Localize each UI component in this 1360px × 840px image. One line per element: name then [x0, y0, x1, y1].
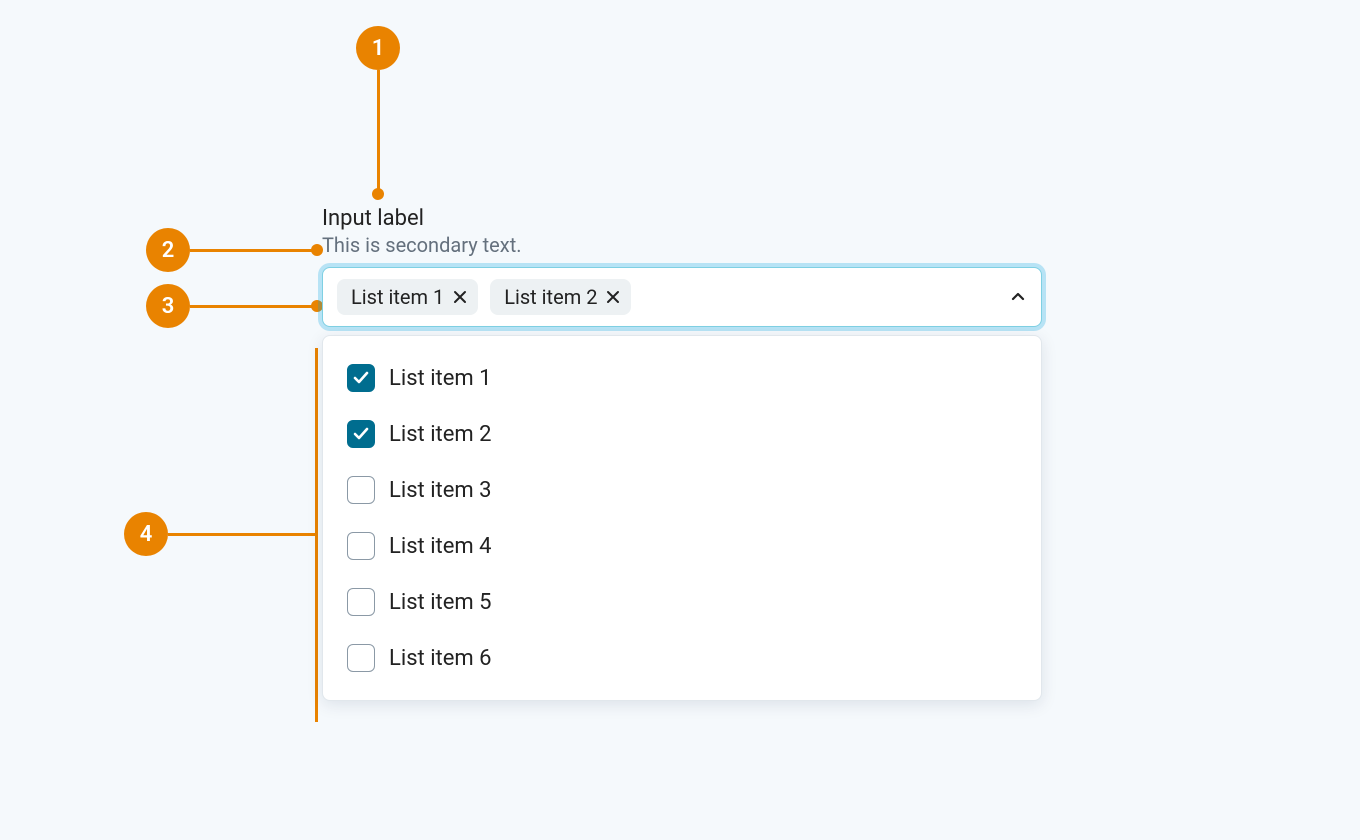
checkbox-unchecked[interactable]: [347, 588, 375, 616]
callout-badge-3: 3: [146, 284, 190, 328]
dropdown-list: List item 1 List item 2 List item 3 List…: [322, 335, 1042, 701]
chip-label: List item 1: [351, 285, 444, 309]
callout-dot: [372, 188, 384, 200]
callout-badge-4: 4: [124, 512, 168, 556]
selected-chip[interactable]: List item 2: [490, 279, 631, 315]
callout-badge-2: 2: [146, 228, 190, 272]
checkbox-checked[interactable]: [347, 420, 375, 448]
option-label: List item 4: [389, 534, 492, 559]
callout-badge-1: 1: [356, 26, 400, 70]
checkbox-unchecked[interactable]: [347, 476, 375, 504]
option-label: List item 6: [389, 646, 492, 671]
checkbox-unchecked[interactable]: [347, 532, 375, 560]
list-item[interactable]: List item 5: [341, 574, 1023, 630]
option-label: List item 3: [389, 478, 492, 503]
chip-label: List item 2: [504, 285, 597, 309]
callout-line: [190, 305, 317, 308]
list-item[interactable]: List item 3: [341, 462, 1023, 518]
option-label: List item 2: [389, 422, 492, 447]
callout-line: [190, 249, 317, 252]
selected-chip[interactable]: List item 1: [337, 279, 478, 315]
list-item[interactable]: List item 4: [341, 518, 1023, 574]
list-item[interactable]: List item 1: [341, 350, 1023, 406]
list-item[interactable]: List item 6: [341, 630, 1023, 686]
option-label: List item 1: [389, 366, 492, 391]
input-label: Input label: [322, 206, 1042, 231]
option-label: List item 5: [389, 590, 492, 615]
checkbox-unchecked[interactable]: [347, 644, 375, 672]
chevron-up-icon[interactable]: [1009, 288, 1027, 306]
list-item[interactable]: List item 2: [341, 406, 1023, 462]
checkbox-checked[interactable]: [347, 364, 375, 392]
close-icon[interactable]: [452, 289, 468, 305]
callout-line: [168, 533, 315, 536]
multi-select-input[interactable]: List item 1 List item 2: [322, 267, 1042, 327]
callout-bracket: [315, 348, 318, 722]
input-secondary-text: This is secondary text.: [322, 233, 1042, 257]
close-icon[interactable]: [605, 289, 621, 305]
callout-line: [377, 70, 380, 194]
